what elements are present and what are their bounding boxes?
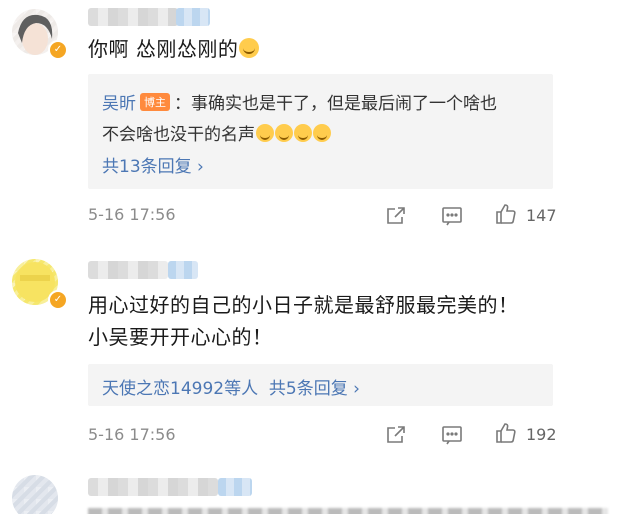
reply-line-1: 吴昕 博主 ：事确实也是干了，但是最后闹了一个啥也: [102, 89, 497, 114]
comment-text-blurred: [88, 508, 608, 514]
laugh-emoji-icon: [256, 124, 274, 142]
comment-item: [0, 470, 640, 514]
reply-author[interactable]: 吴昕: [102, 94, 136, 114]
reply-line-2: 不会啥也没干的名声: [102, 120, 331, 145]
like-icon[interactable]: [494, 421, 518, 445]
laugh-emoji-icon: [275, 124, 293, 142]
reply-box[interactable]: 吴昕 博主 ：事确实也是干了，但是最后闹了一个啥也 不会啥也没干的名声 共13条回复…: [88, 74, 553, 189]
comment-item: ✓ 你啊 怂刚怂刚的 吴昕 博主 ：事确实也是干了，但是最后闹了一个啥也 不会啥也没…: [0, 0, 640, 240]
username[interactable]: [88, 8, 210, 26]
like-count: 192: [526, 425, 557, 444]
comment-time: 5-16 17:56: [88, 205, 176, 224]
comment-icon[interactable]: [440, 204, 464, 228]
like-count: 147: [526, 206, 557, 225]
host-badge: 博主: [140, 93, 170, 111]
verified-badge-icon: ✓: [48, 290, 68, 310]
comment-text: 你啊 怂刚怂刚的: [88, 33, 260, 65]
laugh-emoji-icon: [239, 38, 260, 58]
verified-badge-icon: ✓: [48, 40, 68, 60]
share-icon[interactable]: [384, 423, 408, 447]
more-replies-link[interactable]: 共13条回复 ›: [102, 152, 204, 177]
more-replies-link[interactable]: 共5条回复 ›: [269, 379, 360, 399]
comment-text: 用心过好的自己的小日子就是最舒服最完美的！ 小吴要开开心心的！: [88, 289, 519, 353]
laugh-emoji-icon: [313, 124, 331, 142]
reply-summary[interactable]: 天使之恋14992等人 共5条回复 ›: [102, 374, 360, 399]
reply-text: ：事确实也是干了，但是最后闹了一个啥也: [174, 94, 497, 114]
comment-icon[interactable]: [440, 423, 464, 447]
comment-text-line: 用心过好的自己的小日子就是最舒服最完美的！: [88, 293, 519, 317]
reply-summary-box[interactable]: 天使之恋14992等人 共5条回复 ›: [88, 364, 553, 406]
comment-item: ✓ 用心过好的自己的小日子就是最舒服最完美的！ 小吴要开开心心的！ 天使之恋14…: [0, 252, 640, 452]
share-icon[interactable]: [384, 204, 408, 228]
avatar[interactable]: [12, 475, 58, 514]
liked-by-text[interactable]: 天使之恋14992等人: [102, 379, 258, 399]
laugh-emoji-icon: [294, 124, 312, 142]
comment-text-line: 小吴要开开心心的！: [88, 325, 273, 349]
comment-time: 5-16 17:56: [88, 425, 176, 444]
username[interactable]: [88, 478, 252, 496]
like-icon[interactable]: [494, 202, 518, 226]
username[interactable]: [88, 261, 198, 279]
reply-text: 不会啥也没干的名声: [102, 125, 255, 145]
comment-text-line: 你啊 怂刚怂刚的: [88, 37, 239, 61]
